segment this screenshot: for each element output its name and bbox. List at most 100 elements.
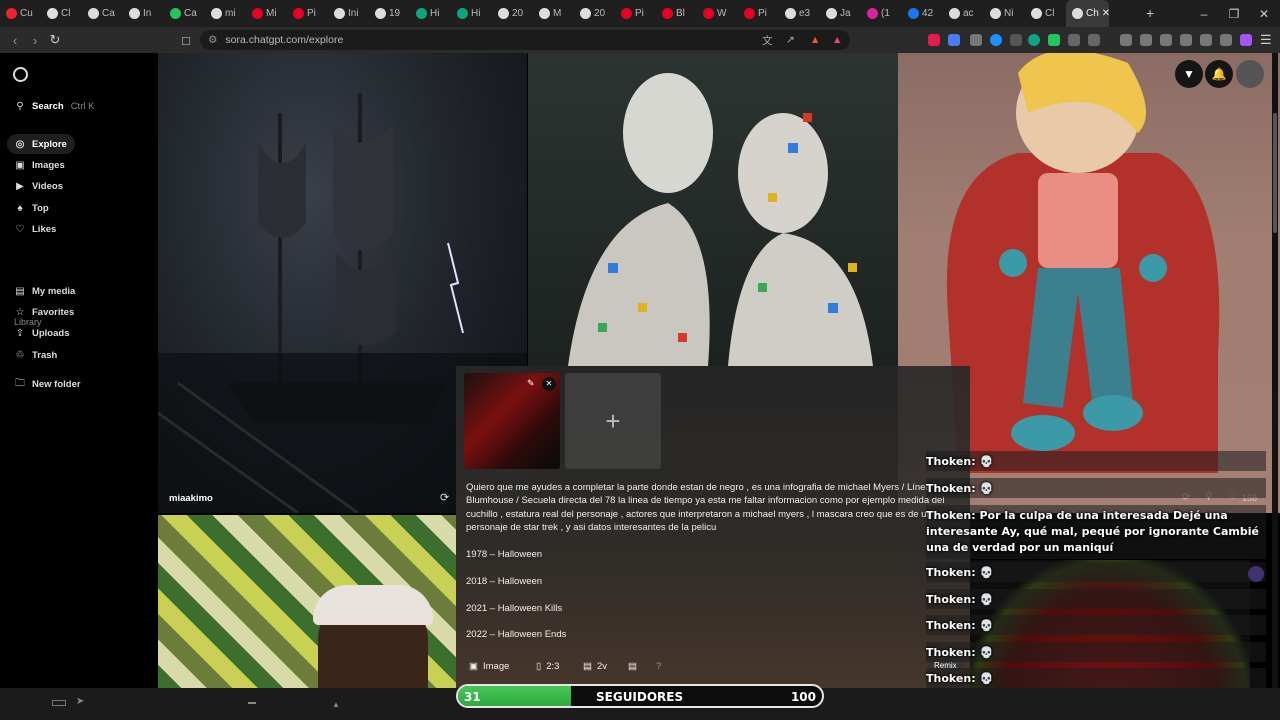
timeline-item[interactable]: 2021 – Halloween Kills <box>466 603 562 614</box>
leo-icon[interactable] <box>1200 34 1212 46</box>
browser-tab[interactable]: Pi <box>615 0 656 27</box>
browser-tab[interactable]: Ni <box>984 0 1025 27</box>
extension-icon[interactable] <box>1048 34 1060 46</box>
author-name[interactable]: miaakimo <box>169 493 213 504</box>
sidebar-item-images[interactable]: ▣ Images <box>7 155 73 175</box>
browser-tab[interactable]: Pi <box>287 0 328 27</box>
remix-icon[interactable]: ⟳ <box>440 491 449 504</box>
extension-icon[interactable] <box>948 34 960 46</box>
menu-icon[interactable]: ☰ <box>1260 32 1272 48</box>
remove-attachment-icon[interactable]: ✕ <box>542 377 556 391</box>
grid-icon[interactable] <box>52 700 66 706</box>
download-icon[interactable] <box>1120 34 1132 46</box>
help-button[interactable]: ? <box>651 656 666 676</box>
close-tab-icon[interactable]: ✕ <box>1102 8 1109 19</box>
sidebar-item-explore[interactable]: ◎ Explore <box>7 134 75 154</box>
browser-tab[interactable]: 20 <box>574 0 615 27</box>
back-icon[interactable]: ‹ <box>6 31 24 49</box>
extension-icon[interactable] <box>970 34 982 46</box>
sidebar-toggle-icon[interactable] <box>1088 34 1100 46</box>
share-icon[interactable]: ↗ <box>786 34 795 46</box>
sidebar-item-favorites[interactable]: ☆ Favorites <box>7 302 82 322</box>
attached-image-thumbnail[interactable]: ✎ ✕ <box>464 373 560 469</box>
extension-icon[interactable] <box>928 34 940 46</box>
add-attachment-button[interactable]: + <box>565 373 661 469</box>
profile-icon[interactable] <box>1240 34 1252 46</box>
filter-button[interactable]: ▼ <box>1175 60 1203 88</box>
browser-tab[interactable]: Hi <box>410 0 451 27</box>
media-icon[interactable] <box>1140 34 1152 46</box>
bookmark-icon[interactable]: □ <box>177 31 195 49</box>
new-tab-button[interactable]: + <box>1146 5 1154 21</box>
vpn-icon[interactable] <box>1220 34 1232 46</box>
browser-tab[interactable]: 20 <box>492 0 533 27</box>
avatar[interactable] <box>1236 60 1264 88</box>
new-folder-button[interactable]: 🗀 New folder <box>7 374 89 394</box>
puzzle-icon[interactable] <box>1068 34 1080 46</box>
extension-icon[interactable] <box>1028 34 1040 46</box>
tab-label: ac <box>963 8 974 19</box>
browser-tab[interactable]: Ini <box>328 0 369 27</box>
browser-tab[interactable]: Ja <box>820 0 861 27</box>
copy-icon[interactable] <box>1160 34 1172 46</box>
sidebar-item-top[interactable]: ♠ Top <box>7 198 57 218</box>
sidebar-item-uploads[interactable]: ⇪ Uploads <box>7 324 77 344</box>
aspect-ratio-selector[interactable]: ▯ 2:3 <box>531 656 564 676</box>
translate-icon[interactable]: 文 <box>762 33 773 48</box>
openai-logo-icon[interactable] <box>13 67 28 82</box>
chat-line: Thoken: 💀 <box>926 593 1266 606</box>
sidebar-item-videos[interactable]: ▶ Videos <box>7 177 71 197</box>
browser-tab[interactable]: Ca <box>82 0 123 27</box>
browser-tab[interactable]: W <box>697 0 738 27</box>
browser-tab[interactable]: Ca <box>164 0 205 27</box>
robots-image-tile[interactable] <box>528 53 898 366</box>
type-selector[interactable]: ▣ Image <box>464 656 514 676</box>
timeline-item[interactable]: 1978 – Halloween <box>466 549 542 560</box>
share-icon[interactable]: ➤ <box>76 696 84 707</box>
browser-tab[interactable]: M <box>533 0 574 27</box>
browser-tab[interactable]: Bl <box>656 0 697 27</box>
browser-tab[interactable]: Pi <box>738 0 779 27</box>
scrollbar[interactable] <box>1272 53 1278 688</box>
forward-icon[interactable]: › <box>26 31 44 49</box>
browser-tab[interactable]: Cl <box>41 0 82 27</box>
brave-rewards-icon[interactable]: ▲ <box>832 34 842 46</box>
prompt-text[interactable]: Quiero que me ayudes a completar la part… <box>466 481 966 534</box>
browser-tab[interactable]: Cl <box>1025 0 1066 27</box>
close-window-button[interactable]: ✕ <box>1246 0 1280 27</box>
site-settings-icon[interactable]: ⚙ <box>208 34 217 46</box>
search-button[interactable]: ⚲ Search Ctrl K <box>7 96 102 116</box>
timeline-item[interactable]: 2022 – Halloween Ends <box>466 629 566 640</box>
browser-tab[interactable]: e3 <box>779 0 820 27</box>
browser-tab[interactable]: 42 <box>902 0 943 27</box>
browser-tab[interactable]: Cu <box>0 0 41 27</box>
presets-button[interactable]: ▤ <box>623 656 642 676</box>
brave-shield-icon[interactable]: ▲ <box>810 34 820 46</box>
extension-icon[interactable] <box>1010 34 1022 46</box>
browser-tab[interactable]: Hi <box>451 0 492 27</box>
sidebar-item-label: Videos <box>32 181 63 193</box>
favicon-icon <box>293 8 304 19</box>
browser-tab[interactable]: Ch ✕ <box>1066 0 1109 27</box>
browser-tab[interactable]: In <box>123 0 164 27</box>
browser-tab[interactable]: Mi <box>246 0 287 27</box>
browser-tab[interactable]: 19 <box>369 0 410 27</box>
extension-icon[interactable] <box>990 34 1002 46</box>
browser-tab[interactable]: mi <box>205 0 246 27</box>
edit-icon[interactable]: ✎ <box>527 378 535 389</box>
scrollbar-thumb[interactable] <box>1273 113 1277 233</box>
sidebar-item-my-media[interactable]: ▤ My media <box>7 281 83 301</box>
notifications-button[interactable]: 🔔 <box>1205 60 1233 88</box>
tennis-collage-tile[interactable] <box>158 515 456 690</box>
scroll-indicator[interactable]: ▲ <box>332 700 340 709</box>
reload-icon[interactable]: ↻ <box>46 31 64 49</box>
timeline-item[interactable]: 2018 – Halloween <box>466 576 542 587</box>
variations-selector[interactable]: ▤ 2v <box>578 656 612 676</box>
sidebar-item-likes[interactable]: ♡ Likes <box>7 220 64 240</box>
browser-tab[interactable]: ac <box>943 0 984 27</box>
url-bar[interactable]: ⚙ sora.chatgpt.com/explore 文 ↗ ▲ ▲ <box>200 30 850 50</box>
browser-tab[interactable]: (1 <box>861 0 902 27</box>
scroll-indicator[interactable] <box>248 702 256 704</box>
sidebar-item-trash[interactable]: ♲ Trash <box>7 345 65 365</box>
wallet-icon[interactable] <box>1180 34 1192 46</box>
